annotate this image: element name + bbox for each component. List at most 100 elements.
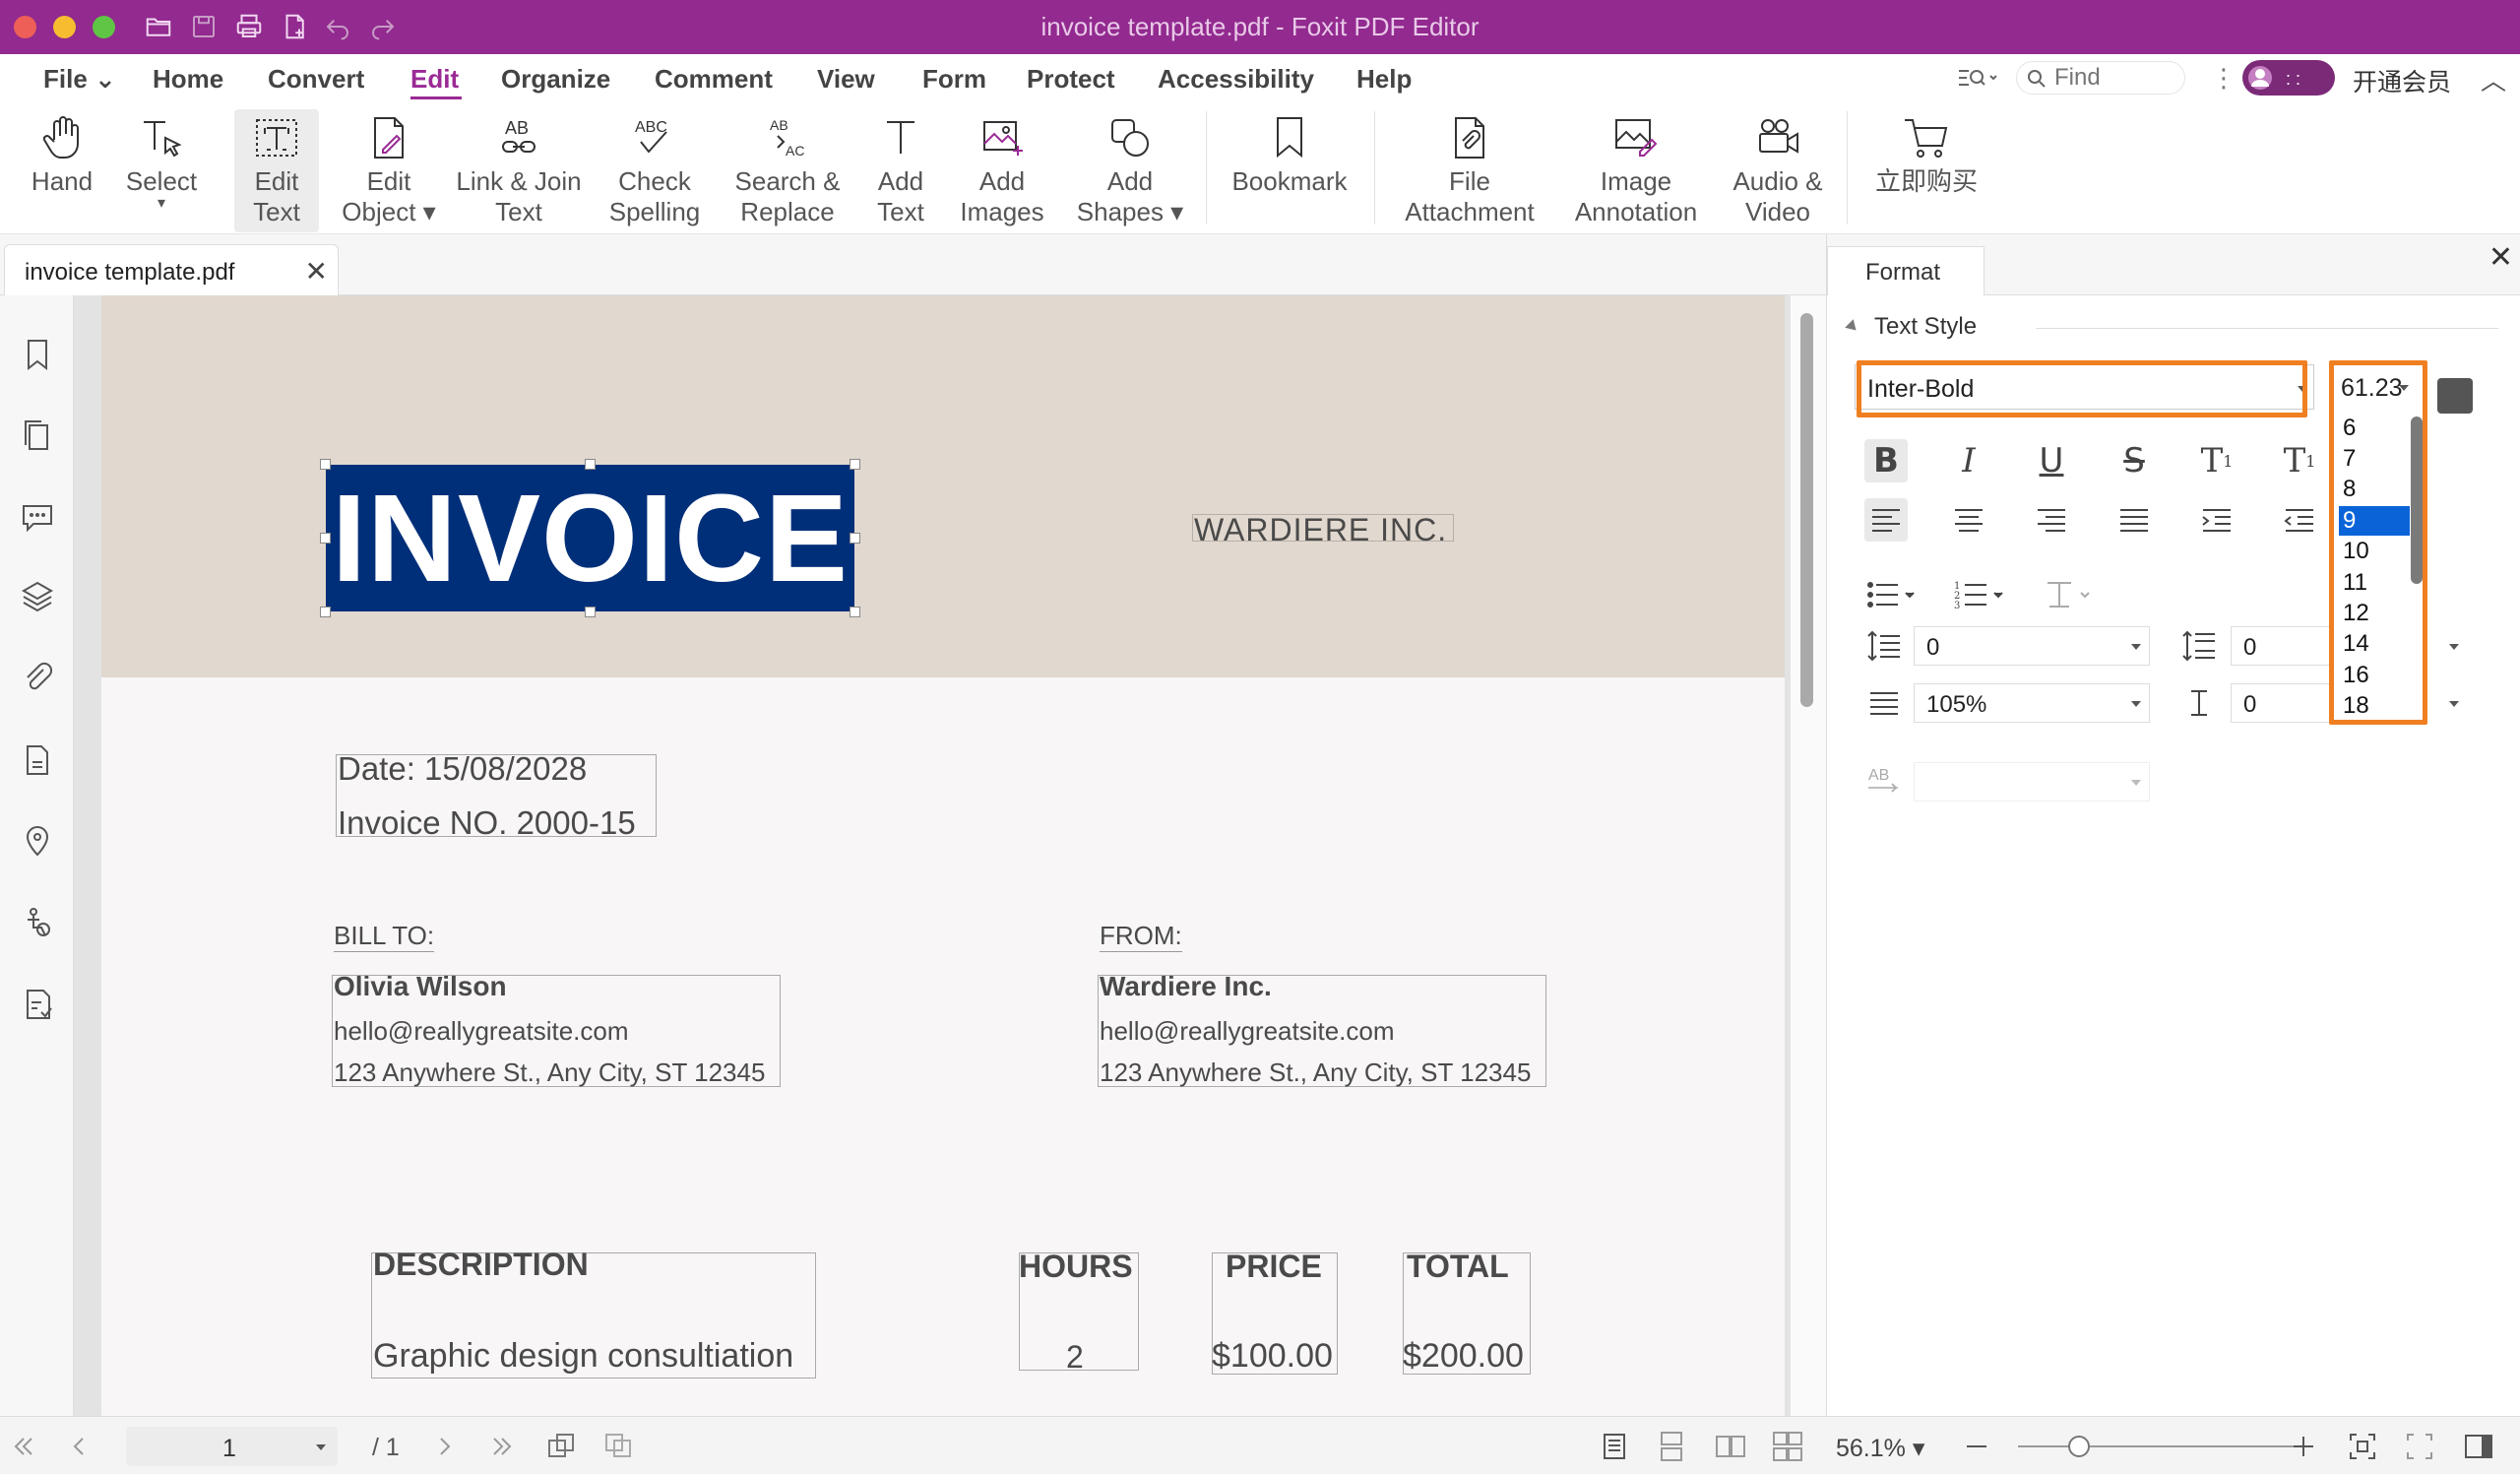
file-attachment-button[interactable]: File Attachment xyxy=(1394,109,1545,232)
zoom-out-icon[interactable] xyxy=(1961,1431,1992,1462)
menu-protect[interactable]: Protect xyxy=(1027,64,1115,95)
vertical-scrollbar[interactable] xyxy=(1790,295,1826,1416)
paragraph-spacing-select[interactable]: 0 xyxy=(2231,626,2329,666)
hours-header[interactable]: HOURS xyxy=(1019,1249,1133,1285)
find-input[interactable] xyxy=(2054,65,2177,91)
resize-handle[interactable] xyxy=(320,459,331,470)
chevron-down-icon[interactable] xyxy=(2449,644,2459,650)
previous-page-icon[interactable] xyxy=(63,1431,94,1462)
character-spacing-select[interactable]: 0 xyxy=(2231,683,2329,723)
align-left-button[interactable] xyxy=(1864,498,1908,542)
menu-comment[interactable]: Comment xyxy=(655,64,773,95)
accessibility-tags-icon[interactable] xyxy=(20,906,55,941)
menu-home[interactable]: Home xyxy=(153,64,223,95)
zoom-in-icon[interactable] xyxy=(2288,1431,2319,1462)
first-page-icon[interactable] xyxy=(8,1431,39,1462)
menu-organize[interactable]: Organize xyxy=(501,64,610,95)
total-cell[interactable]: $200.00 xyxy=(1403,1337,1524,1376)
edit-text-button[interactable]: Edit Text xyxy=(234,109,319,232)
search-options-icon[interactable] xyxy=(1957,63,2000,93)
attachments-icon[interactable] xyxy=(20,660,55,695)
layers-icon[interactable] xyxy=(20,579,55,614)
previous-view-icon[interactable] xyxy=(545,1431,577,1462)
bold-button[interactable]: B xyxy=(1864,439,1908,482)
bill-to-email[interactable]: hello@reallygreatsite.com xyxy=(334,1016,629,1047)
single-page-view-icon[interactable] xyxy=(1599,1431,1630,1462)
continuous-facing-view-icon[interactable] xyxy=(1772,1431,1803,1462)
price-header[interactable]: PRICE xyxy=(1226,1249,1322,1285)
location-icon[interactable] xyxy=(20,823,55,859)
select-tool-button[interactable]: Select ▾ xyxy=(114,109,209,232)
format-tab[interactable]: Format xyxy=(1827,246,1984,295)
invoice-title-textbox[interactable]: INVOICE xyxy=(326,465,854,611)
chevron-down-icon[interactable] xyxy=(2449,701,2459,707)
collapse-section-icon[interactable] xyxy=(1845,319,1860,335)
line-spacing-select[interactable]: 0 xyxy=(1914,626,2150,666)
outdent-button[interactable] xyxy=(2278,498,2321,542)
add-text-button[interactable]: Add Text xyxy=(864,109,937,232)
align-center-button[interactable] xyxy=(1947,498,1990,542)
hours-cell[interactable]: 2 xyxy=(1066,1339,1084,1376)
resize-handle[interactable] xyxy=(585,607,596,617)
description-header[interactable]: DESCRIPTION xyxy=(373,1247,589,1283)
zoom-level[interactable]: 56.1% ▾ xyxy=(1836,1434,1924,1463)
continuous-view-icon[interactable] xyxy=(1656,1431,1687,1462)
from-label[interactable]: FROM: xyxy=(1100,921,1182,952)
form-fields-icon[interactable] xyxy=(20,987,55,1022)
invoice-title[interactable]: INVOICE xyxy=(332,476,849,601)
toggle-right-panel-icon[interactable] xyxy=(2463,1431,2494,1462)
scrollbar-thumb[interactable] xyxy=(1800,313,1813,707)
superscript-button[interactable]: T1 xyxy=(2195,439,2238,482)
buy-now-button[interactable]: 立即购买 xyxy=(1862,109,1990,232)
menu-edit[interactable]: Edit xyxy=(410,64,459,95)
check-spelling-button[interactable]: ABC Check Spelling xyxy=(602,109,707,232)
italic-button[interactable]: I xyxy=(1947,439,1990,482)
bookmarks-icon[interactable] xyxy=(20,337,55,372)
align-right-button[interactable] xyxy=(2030,498,2073,542)
resize-handle[interactable] xyxy=(320,533,331,544)
resize-handle[interactable] xyxy=(585,459,596,470)
invoice-number[interactable]: Invoice NO. 2000-15 xyxy=(338,804,636,842)
description-cell[interactable]: Graphic design consultiation xyxy=(373,1337,793,1376)
justify-button[interactable] xyxy=(2112,498,2156,542)
bill-to-name[interactable]: Olivia Wilson xyxy=(334,971,507,1002)
vip-link[interactable]: 开通会员 xyxy=(2353,63,2451,98)
menu-view[interactable]: View xyxy=(817,64,875,95)
underline-button[interactable]: U xyxy=(2030,439,2073,482)
user-account-button[interactable]: : : xyxy=(2242,60,2335,96)
from-address[interactable]: 123 Anywhere St., Any City, ST 12345 xyxy=(1100,1057,1531,1088)
resize-handle[interactable] xyxy=(320,607,331,617)
invoice-date[interactable]: Date: 15/08/2028 xyxy=(338,750,587,788)
text-color-swatch[interactable] xyxy=(2437,378,2473,414)
zoom-slider[interactable] xyxy=(2018,1445,2303,1447)
close-panel-icon[interactable]: ✕ xyxy=(2488,240,2513,275)
close-tab-icon[interactable]: ✕ xyxy=(305,255,328,288)
character-scale-select[interactable]: 105% xyxy=(1914,683,2150,723)
menu-convert[interactable]: Convert xyxy=(268,64,364,95)
more-options-icon[interactable]: ⋮ xyxy=(2211,63,2236,94)
menu-file[interactable]: File ⌄ xyxy=(43,64,116,95)
search-replace-button[interactable]: AB AC Search & Replace xyxy=(726,109,849,232)
page-number-input[interactable]: 1 xyxy=(126,1427,338,1466)
page-properties-icon[interactable] xyxy=(20,742,55,778)
pages-icon[interactable] xyxy=(20,417,55,453)
total-header[interactable]: TOTAL xyxy=(1407,1249,1509,1285)
image-annotation-button[interactable]: Image Annotation xyxy=(1563,109,1709,232)
next-page-icon[interactable] xyxy=(429,1431,461,1462)
resize-handle[interactable] xyxy=(850,459,860,470)
bullet-list-button[interactable] xyxy=(1864,573,1923,616)
add-shapes-button[interactable]: Add Shapes ▾ xyxy=(1075,109,1185,232)
resize-handle[interactable] xyxy=(850,533,860,544)
collapse-ribbon-icon[interactable]: ︿ xyxy=(2481,61,2506,97)
from-email[interactable]: hello@reallygreatsite.com xyxy=(1100,1016,1395,1047)
subscript-button[interactable]: T1 xyxy=(2278,439,2321,482)
indent-button[interactable] xyxy=(2195,498,2238,542)
facing-view-icon[interactable] xyxy=(1715,1431,1746,1462)
price-cell[interactable]: $100.00 xyxy=(1212,1337,1333,1376)
add-images-button[interactable]: Add Images xyxy=(951,109,1053,232)
bill-to-label[interactable]: BILL TO: xyxy=(334,921,435,952)
audio-video-button[interactable]: Audio & Video xyxy=(1723,109,1833,232)
fit-page-icon[interactable] xyxy=(2347,1431,2378,1462)
link-join-text-button[interactable]: AB Link & Join Text xyxy=(453,109,585,232)
edit-object-button[interactable]: Edit Object ▾ xyxy=(339,109,439,232)
